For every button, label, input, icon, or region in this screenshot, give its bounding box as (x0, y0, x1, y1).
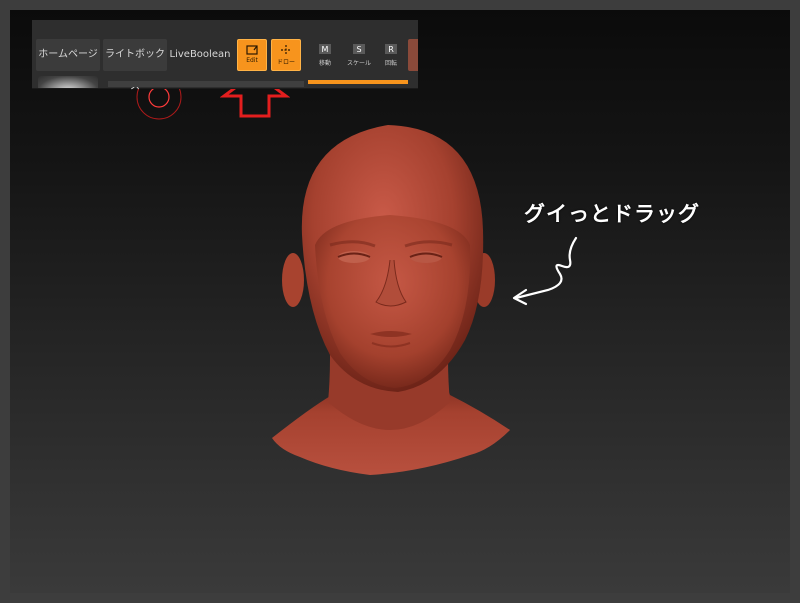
scale-icon: S (353, 44, 365, 54)
curly-arrow-icon (512, 236, 578, 306)
rotate-icon: R (385, 44, 397, 54)
brush-thumbnail[interactable] (38, 76, 98, 88)
canvas-viewport[interactable]: グイっとドラッグ ホームページ ライトボックス LiveBoolean Edit… (10, 10, 790, 593)
scale-label: スケール (346, 60, 371, 67)
lightbox-button[interactable]: ライトボックス (103, 39, 167, 92)
rotate-button[interactable]: R 回転 (375, 43, 407, 71)
draw-button[interactable]: ドロー (271, 39, 301, 71)
scale-key: S (356, 45, 361, 54)
home-button[interactable]: ホームページ (36, 39, 100, 71)
draw-label: ドロー (276, 59, 295, 66)
move-icon: M (319, 44, 331, 54)
left-ear (282, 253, 304, 307)
active-transform-indicator (308, 80, 408, 84)
edit-button[interactable]: Edit (237, 39, 267, 71)
rotate-key: R (388, 45, 394, 54)
scale-button[interactable]: S スケール (343, 43, 375, 71)
move-button[interactable]: M 移動 (309, 43, 341, 71)
head-model[interactable] (10, 10, 790, 593)
slider-track[interactable] (108, 81, 304, 87)
material-swatch[interactable] (408, 39, 418, 71)
edit-icon (246, 45, 258, 55)
top-toolbar: ホームページ ライトボックス LiveBoolean Edit ドロー M 移動 (32, 20, 418, 92)
move-label: 移動 (318, 60, 331, 67)
move-key: M (322, 45, 329, 54)
annotation-text: グイっとドラッグ (524, 202, 700, 226)
edit-label: Edit (246, 57, 258, 64)
draw-icon (281, 45, 291, 55)
rotate-label: 回転 (384, 60, 397, 67)
liveboolean-button[interactable]: LiveBoolean (168, 39, 232, 71)
